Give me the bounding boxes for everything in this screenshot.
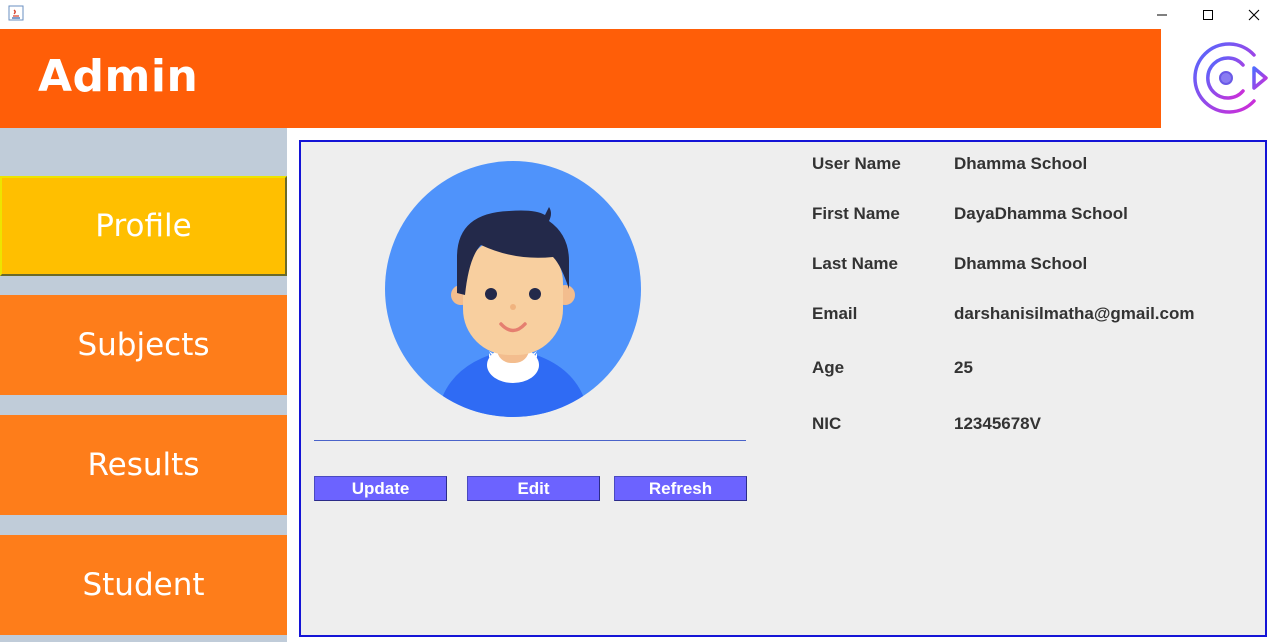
minimize-button[interactable] <box>1139 0 1185 29</box>
java-icon <box>8 5 24 21</box>
divider <box>314 440 746 441</box>
username-label: User Name <box>812 154 901 173</box>
firstname-value: DayaDhamma School <box>954 204 1128 223</box>
lastname-value: Dhamma School <box>954 254 1088 273</box>
username-value: Dhamma School <box>954 154 1088 173</box>
sidebar-item-label: Results <box>87 447 200 483</box>
email-label: Email <box>812 304 858 323</box>
sidebar-item-subjects[interactable]: Subjects <box>0 295 287 395</box>
close-icon <box>1248 9 1260 20</box>
window-titlebar <box>0 0 1279 29</box>
profile-panel: Update Edit Refresh User Name Dhamma Sch… <box>299 140 1267 637</box>
sidebar: Profile Subjects Results Student <box>0 128 287 642</box>
page-title: Admin <box>38 51 199 102</box>
main-content: Update Edit Refresh User Name Dhamma Sch… <box>287 128 1279 642</box>
sidebar-item-label: Subjects <box>77 327 210 363</box>
edit-button[interactable]: Edit <box>467 476 600 501</box>
avatar <box>385 161 641 417</box>
sidebar-item-profile[interactable]: Profile <box>0 176 287 276</box>
sidebar-item-label: Student <box>82 567 205 603</box>
app-header: Admin <box>0 29 1161 128</box>
maximize-button[interactable] <box>1185 0 1231 29</box>
maximize-icon <box>1203 9 1213 20</box>
nic-label: NIC <box>812 414 842 433</box>
lastname-label: Last Name <box>812 254 898 273</box>
sidebar-item-student[interactable]: Student <box>0 535 287 635</box>
logo-area <box>1161 29 1279 128</box>
email-value: darshanisilmatha@gmail.com <box>954 304 1195 323</box>
refresh-button[interactable]: Refresh <box>614 476 747 501</box>
nic-value: 12345678V <box>954 414 1041 433</box>
logout-icon[interactable] <box>1188 37 1270 119</box>
firstname-label: First Name <box>812 204 900 223</box>
close-button[interactable] <box>1231 0 1277 29</box>
age-value: 25 <box>954 358 973 377</box>
sidebar-item-results[interactable]: Results <box>0 415 287 515</box>
sidebar-item-label: Profile <box>95 208 192 244</box>
minimize-icon <box>1157 14 1167 15</box>
age-label: Age <box>812 358 845 377</box>
update-button[interactable]: Update <box>314 476 447 501</box>
